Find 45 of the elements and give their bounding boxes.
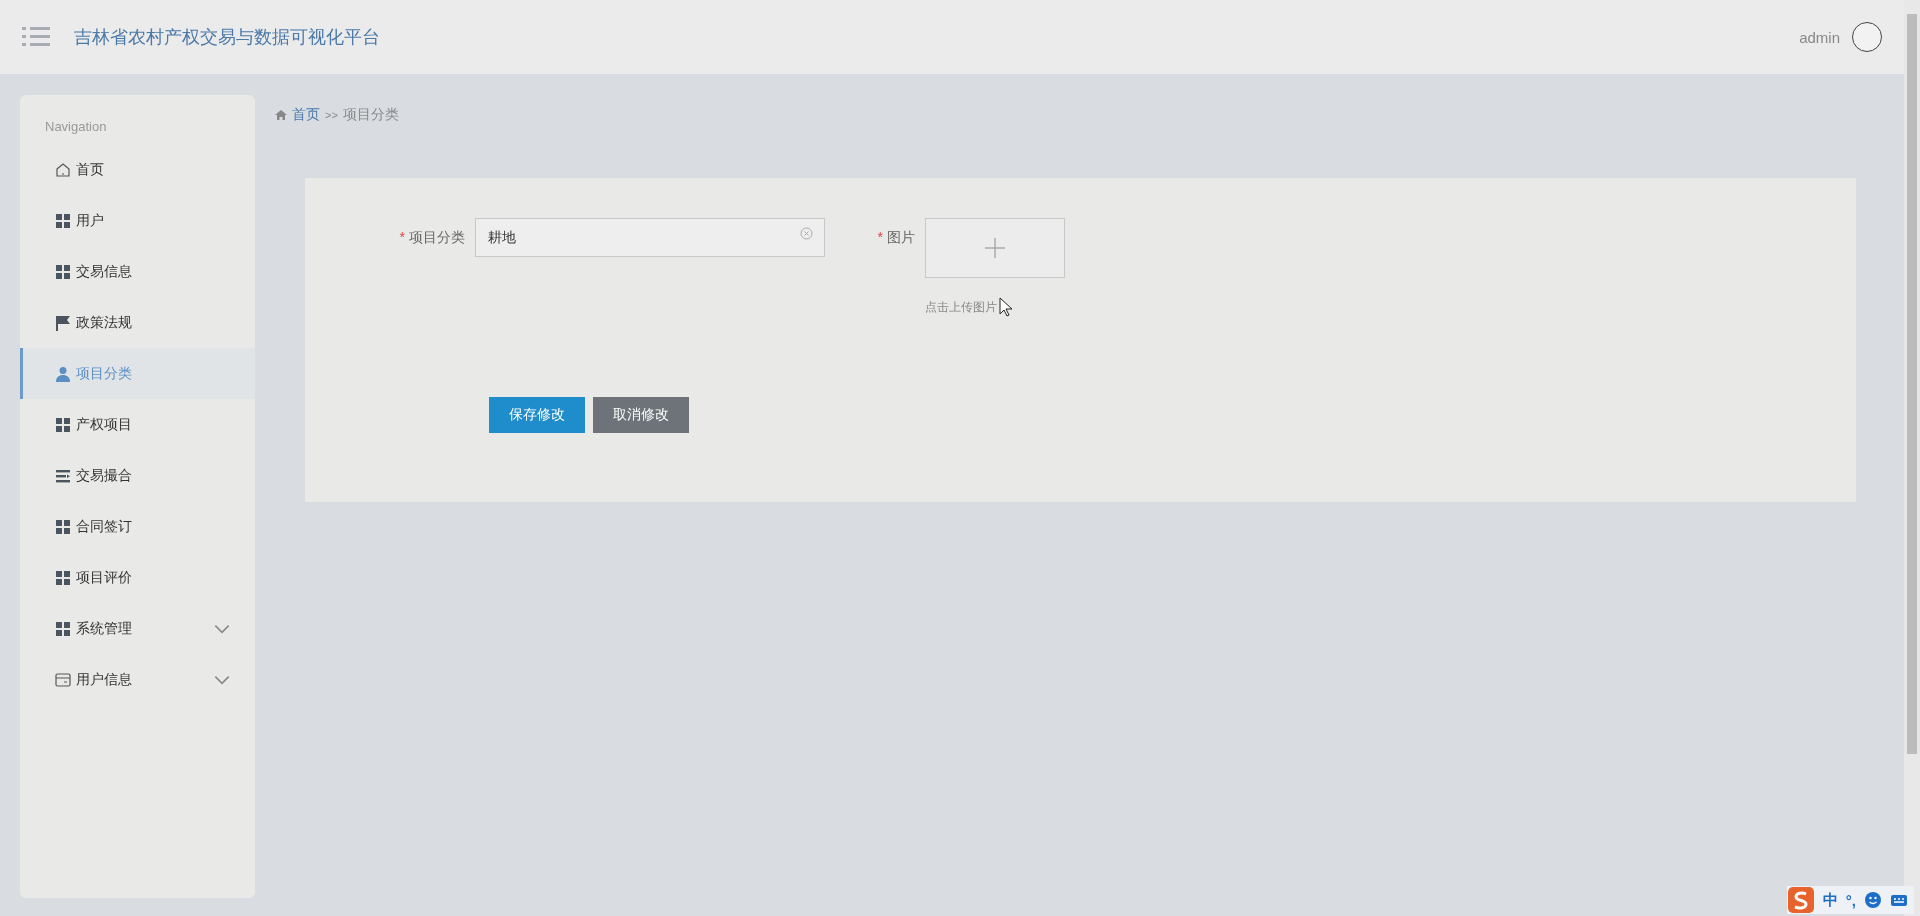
nav-item[interactable]: 用户信息: [20, 654, 255, 705]
field-label: 项目分类: [409, 229, 465, 245]
nav-item[interactable]: 产权项目: [20, 399, 255, 450]
clear-icon[interactable]: [800, 227, 813, 240]
input-mode[interactable]: 中: [1822, 890, 1838, 910]
nav-item[interactable]: 交易撮合: [20, 450, 255, 501]
cancel-button[interactable]: 取消修改: [593, 397, 689, 433]
grid-icon: [55, 263, 71, 280]
nav-item[interactable]: 用户: [20, 195, 255, 246]
menu-icon[interactable]: [22, 26, 50, 48]
nav-item[interactable]: 交易信息: [20, 246, 255, 297]
person-icon: [55, 365, 71, 382]
breadcrumb-current: 项目分类: [342, 106, 399, 124]
cursor-icon: [999, 297, 1013, 317]
breadcrumb-separator: >>: [325, 109, 338, 121]
grid-icon: [55, 518, 71, 535]
nav-item[interactable]: 合同签订: [20, 501, 255, 552]
nav-item[interactable]: 项目评价: [20, 552, 255, 603]
category-input[interactable]: 耕地: [475, 218, 825, 257]
logo-icon[interactable]: [1786, 886, 1815, 914]
field-label: 图片: [887, 229, 915, 245]
grid-icon: [55, 569, 71, 586]
nav-heading: Navigation: [45, 119, 107, 134]
grid-icon: [55, 416, 71, 433]
grid-icon: [55, 620, 71, 637]
smiley-icon[interactable]: [1864, 891, 1882, 909]
save-button[interactable]: 保存修改: [489, 397, 585, 433]
home-icon: [275, 109, 287, 121]
upload-hint: 点击上传图片: [925, 298, 997, 316]
home-icon: [55, 161, 71, 178]
required-mark: *: [399, 229, 405, 245]
punctuation-mode[interactable]: °,: [1845, 891, 1856, 909]
breadcrumb-link[interactable]: 首页: [292, 106, 320, 124]
scrollbar-thumb[interactable]: [1907, 14, 1917, 754]
card-icon: [55, 671, 71, 688]
flag-icon: [55, 314, 71, 331]
plus-icon: [984, 237, 1006, 259]
required-mark: *: [877, 229, 883, 245]
nav-item[interactable]: 系统管理: [20, 603, 255, 654]
nav-item[interactable]: 首页: [20, 144, 255, 195]
list-icon: [55, 467, 71, 484]
nav-item[interactable]: 政策法规: [20, 297, 255, 348]
grid-icon: [55, 212, 71, 229]
avatar[interactable]: [1852, 22, 1882, 52]
site-title: 吉林省农村产权交易与数据可视化平台: [74, 26, 380, 49]
